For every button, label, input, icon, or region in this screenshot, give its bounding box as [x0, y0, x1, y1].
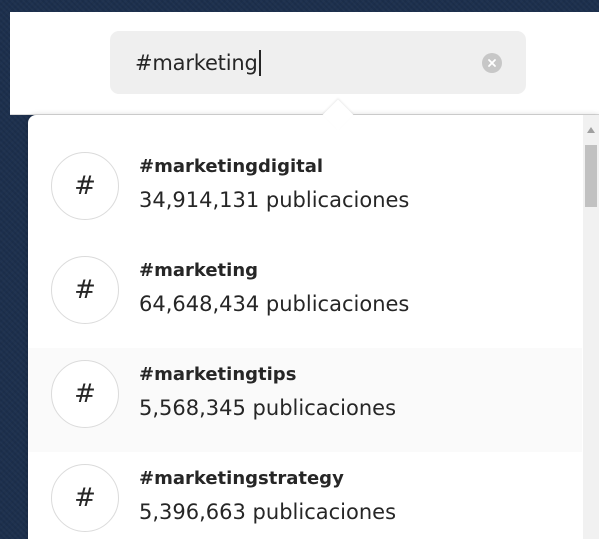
search-input-value: #marketing [135, 50, 258, 75]
result-count: 34,914,131 publicaciones [139, 188, 410, 212]
hashtag-icon: # [51, 152, 119, 220]
results-scrollbar[interactable] [583, 115, 599, 539]
close-icon [488, 59, 496, 67]
search-results-dropdown: # #marketingdigital 34,914,131 publicaci… [28, 99, 599, 539]
result-item-marketingdigital[interactable]: # #marketingdigital 34,914,131 publicaci… [28, 140, 582, 244]
scroll-up-arrow-icon[interactable] [587, 127, 595, 133]
result-name: #marketingstrategy [139, 468, 344, 489]
hashtag-icon: # [51, 256, 119, 324]
result-name: #marketingtips [139, 364, 297, 385]
hashtag-icon: # [51, 464, 119, 532]
clear-circle-icon[interactable] [482, 53, 502, 73]
result-item-marketingstrategy[interactable]: # #marketingstrategy 5,396,663 publicaci… [28, 452, 582, 539]
text-caret [258, 49, 261, 76]
hashtag-icon: # [51, 360, 119, 428]
result-name: #marketingdigital [139, 156, 324, 177]
result-count: 64,648,434 publicaciones [139, 292, 410, 316]
result-item-marketing[interactable]: # #marketing 64,648,434 publicaciones [28, 244, 582, 348]
result-name: #marketing [139, 260, 259, 281]
results-list: # #marketingdigital 34,914,131 publicaci… [28, 140, 582, 539]
result-count: 5,568,345 publicaciones [139, 396, 397, 420]
result-item-marketingtips[interactable]: # #marketingtips 5,568,345 publicaciones [28, 348, 582, 452]
search-input[interactable]: #marketing [110, 31, 526, 94]
scrollbar-thumb[interactable] [585, 145, 597, 207]
result-count: 5,396,663 publicaciones [139, 500, 397, 524]
search-header: #marketing [10, 12, 599, 115]
